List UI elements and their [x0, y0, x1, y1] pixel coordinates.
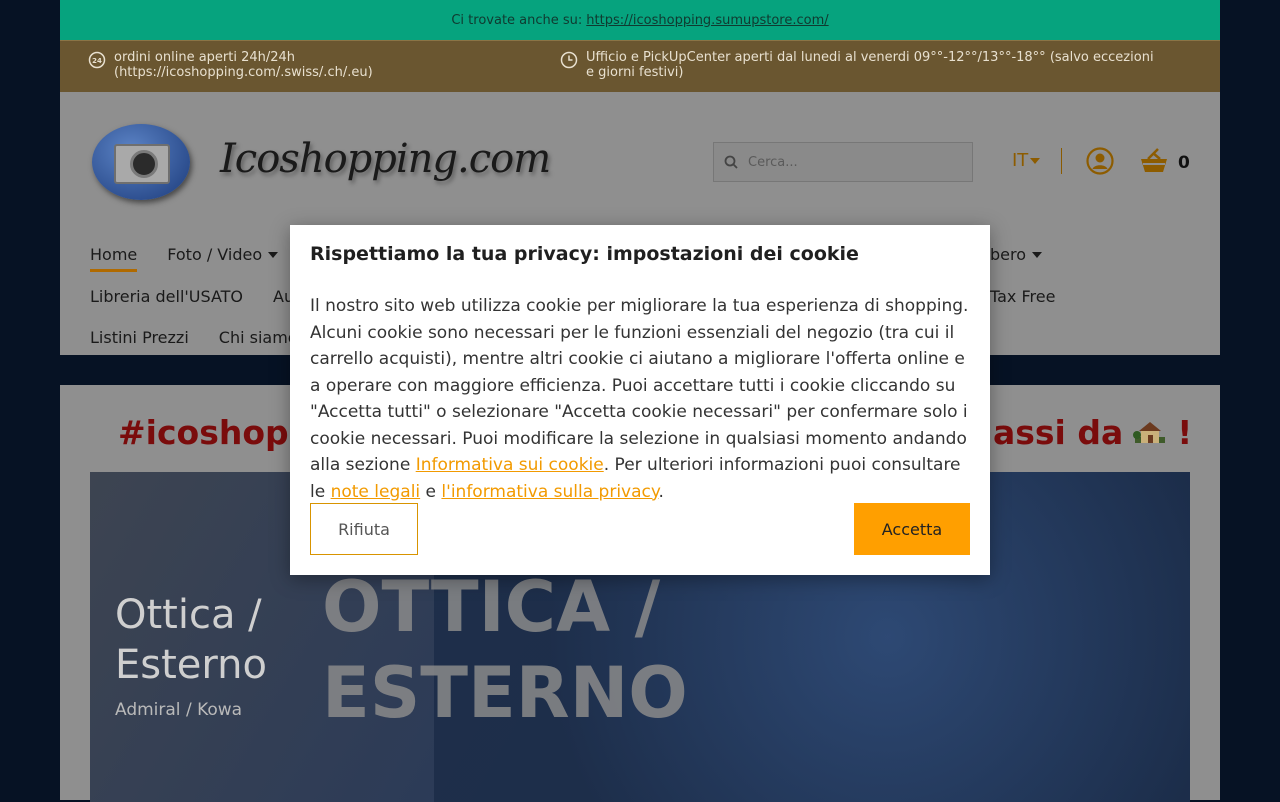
nav-foto-video-label: Foto / Video	[167, 245, 263, 264]
promo-bar: Ci trovate anche su: https://icoshopping…	[60, 0, 1220, 40]
main-nav-row-1-right: bero	[990, 245, 1043, 264]
cookie-text-part-3: e	[420, 481, 442, 502]
privacy-policy-link[interactable]: l'informativa sulla privacy	[441, 482, 658, 502]
nav-chi-siamo[interactable]: Chi siamo	[219, 328, 298, 347]
main-nav-row-3: Listini Prezzi Chi siamo	[90, 328, 298, 347]
search-box[interactable]	[713, 142, 973, 182]
banner-title: Ottica / Esterno	[115, 592, 267, 688]
chevron-down-icon	[1030, 157, 1041, 164]
banner-ghost-line-1: OTTICA /	[322, 566, 661, 648]
cart-count: 0	[1178, 153, 1190, 173]
nav-home-label: Home	[90, 245, 138, 264]
banner-subtitle: Admiral / Kowa	[115, 700, 243, 720]
nav-libreria-usato[interactable]: Libreria dell'USATO	[90, 287, 243, 306]
info-online-orders-text: ordini online aperti 24h/24h (https://ic…	[114, 50, 373, 80]
24h-clock-icon: 24	[88, 51, 106, 69]
banner-ghost-text: OTTICA / ESTERNO	[322, 564, 688, 736]
nav-libreria-usato-label: Libreria dell'USATO	[90, 287, 244, 306]
nav-listini-prezzi[interactable]: Listini Prezzi	[90, 328, 189, 347]
info-office-hours: Ufficio e PickUpCenter aperti dal lunedi…	[560, 50, 1160, 80]
legal-notes-link[interactable]: note legali	[331, 482, 421, 502]
header-divider	[1061, 148, 1062, 174]
cart-icon[interactable]	[1138, 145, 1170, 177]
promo-text: Ci trovate anche su:	[451, 12, 583, 28]
nav-tax-free[interactable]: Tax Free	[990, 287, 1055, 306]
info-online-orders: 24 ordini online aperti 24h/24h (https:/…	[88, 50, 408, 80]
language-label: IT	[1012, 150, 1029, 171]
cookie-text-part-4: .	[658, 481, 664, 502]
logo-text[interactable]: Icoshopping.com	[220, 136, 551, 182]
nav-chi-siamo-label: Chi siamo	[218, 328, 298, 347]
headline-right: assi da !	[993, 413, 1192, 452]
accept-cookies-button[interactable]: Accetta	[854, 503, 970, 555]
chevron-down-icon	[268, 251, 279, 258]
reject-cookies-button[interactable]: Rifiuta	[310, 503, 418, 555]
svg-text:24: 24	[92, 57, 102, 65]
house-emoji-icon	[1133, 421, 1166, 443]
main-nav-row-1: Home Foto / Video	[90, 245, 279, 272]
logo-camera-icon[interactable]	[92, 124, 190, 200]
cookie-text-part-1: Il nostro sito web utilizza cookie per m…	[310, 296, 969, 475]
cookie-policy-link[interactable]: Informativa sui cookie	[416, 455, 604, 475]
camera-lens	[130, 150, 158, 178]
page: Ci trovate anche su: https://icoshopping…	[60, 0, 1220, 802]
nav-home[interactable]: Home	[90, 245, 138, 272]
promo-link[interactable]: https://icoshopping.sumupstore.com/	[586, 13, 828, 28]
user-account-icon[interactable]	[1086, 147, 1114, 175]
headline-right-text: assi da	[993, 413, 1124, 452]
chevron-down-icon	[1032, 251, 1043, 258]
banner-ghost-line-2: ESTERNO	[322, 652, 688, 734]
cookie-consent-dialog: Rispettiamo la tua privacy: impostazioni…	[290, 225, 990, 575]
cookie-dialog-text: Il nostro sito web utilizza cookie per m…	[310, 293, 974, 505]
nav-listini-prezzi-label: Listini Prezzi	[90, 328, 189, 347]
nav-item-partial-right[interactable]: bero	[990, 245, 1043, 264]
info-office-hours-text: Ufficio e PickUpCenter aperti dal lunedi…	[586, 50, 1154, 80]
nav-tax-free-label: Tax Free	[990, 287, 1056, 306]
main-nav-row-2: Libreria dell'USATO Au	[90, 287, 294, 306]
language-selector[interactable]: IT	[1012, 150, 1041, 171]
info-bar: 24 ordini online aperti 24h/24h (https:/…	[60, 40, 1220, 93]
main-nav-row-2-right: Tax Free	[990, 287, 1055, 306]
nav-item-partial-right-label: bero	[990, 245, 1027, 264]
clock-icon	[560, 51, 578, 69]
headline-exclamation: !	[1177, 413, 1193, 452]
cookie-dialog-title: Rispettiamo la tua privacy: impostazioni…	[310, 243, 859, 265]
nav-foto-video[interactable]: Foto / Video	[167, 245, 279, 264]
search-icon	[724, 155, 738, 169]
search-input[interactable]	[746, 153, 960, 171]
